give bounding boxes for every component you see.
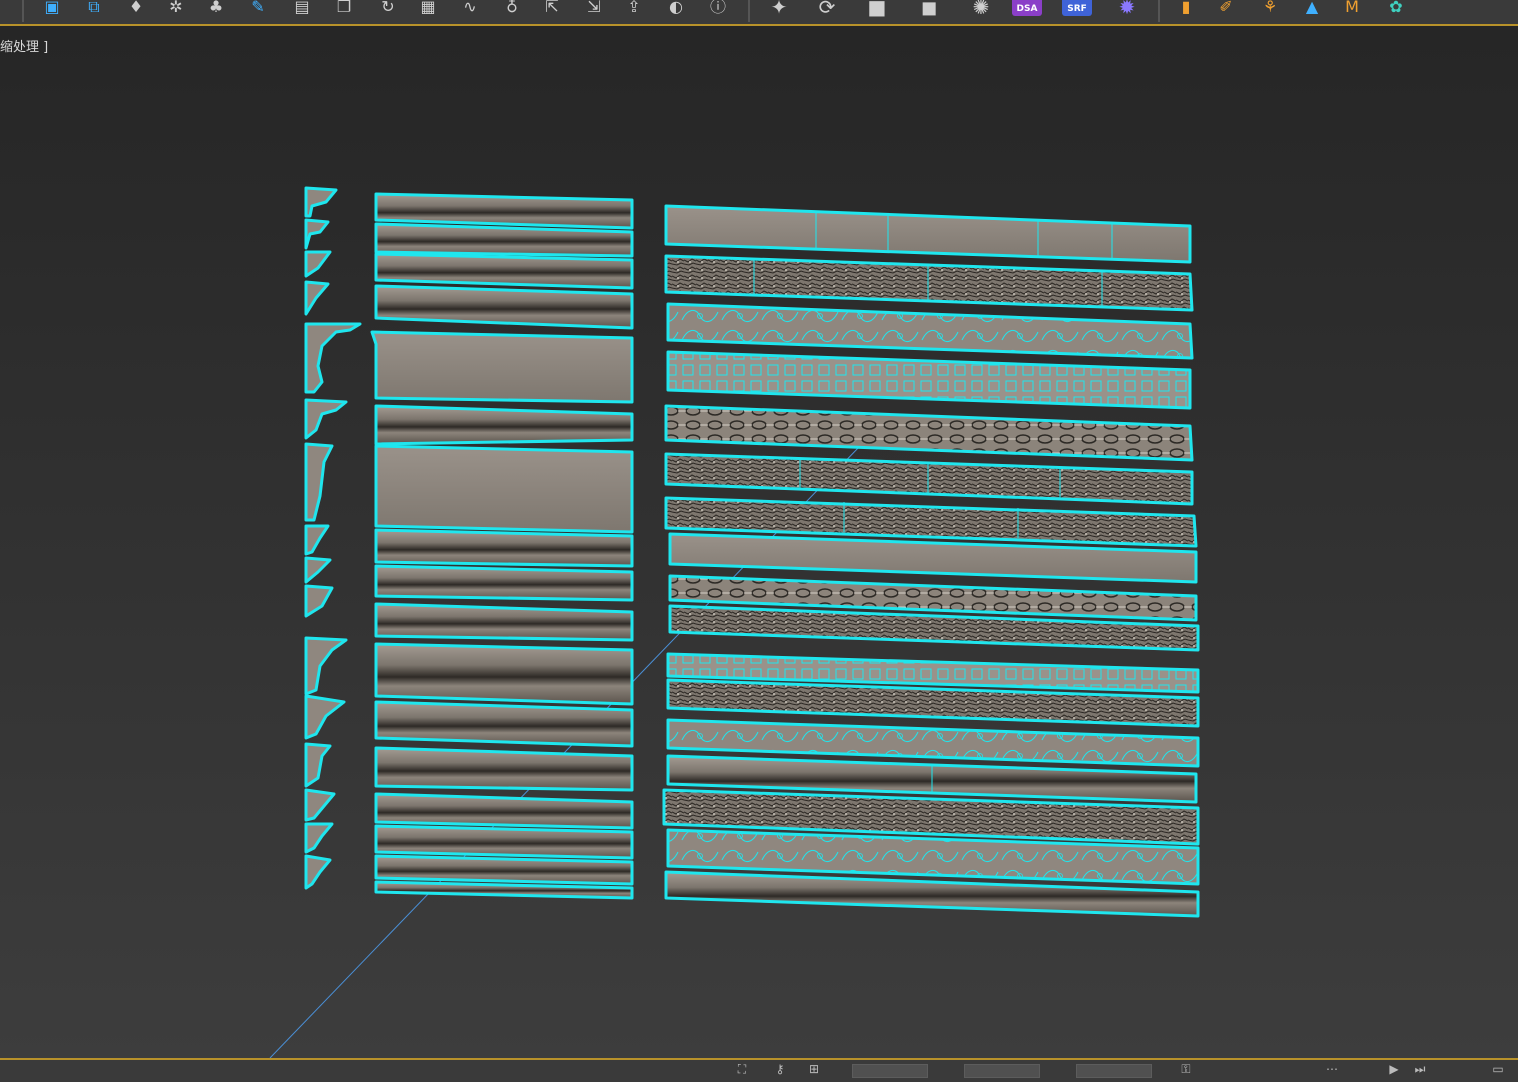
chart-icon[interactable]: ▮: [1174, 0, 1198, 18]
perspective-viewport[interactable]: 缩处理 ]: [0, 26, 1518, 1058]
grid-icon[interactable]: ⊞: [804, 1060, 824, 1078]
document-icon[interactable]: ▤: [290, 0, 314, 18]
plain-molding-column: [370, 192, 634, 900]
export-icon[interactable]: ⇱: [540, 0, 564, 18]
graph-icon[interactable]: ⚘: [1258, 0, 1282, 18]
y-coordinate-field[interactable]: [964, 1064, 1040, 1078]
share-icon[interactable]: ⇪: [622, 0, 646, 18]
sun-icon[interactable]: ◼: [914, 0, 944, 18]
copy-icon[interactable]: ❐: [332, 0, 356, 18]
help-icon[interactable]: ⓘ: [706, 0, 730, 18]
main-toolbar: ▣ ⧉ ♦ ✲ ♣ ✎ ▤ ❐ ↻ ▦ ∿ ♁ ⇱ ⇲ ⇪ ◐ ⓘ ✦ ⟳ ■ …: [0, 0, 1518, 26]
edit-icon[interactable]: ✎: [246, 0, 270, 18]
tree-icon[interactable]: ♣: [204, 0, 228, 18]
x-coordinate-field[interactable]: [852, 1064, 928, 1078]
toolbar-separator: [22, 0, 24, 22]
bulb-icon[interactable]: ♁: [500, 0, 524, 18]
key-icon[interactable]: ⚿: [1176, 1060, 1196, 1078]
light-icon[interactable]: ♦: [124, 0, 148, 18]
palette-icon[interactable]: ✐: [1214, 0, 1238, 18]
toolbar-separator: [748, 0, 750, 22]
status-bar: ⛶ ⚷ ⊞ ⚿ ⋯ ▶ ⏭ ▭: [0, 1058, 1518, 1082]
save-icon[interactable]: ▣: [40, 0, 64, 18]
rotate-icon[interactable]: ↻: [376, 0, 400, 18]
cog-icon[interactable]: ✿: [1384, 0, 1408, 18]
plugin-icon[interactable]: ✹: [1112, 0, 1142, 18]
fullscreen-icon[interactable]: ⛶: [732, 1060, 752, 1078]
render-teapot-icon[interactable]: ✦: [764, 0, 794, 18]
camera-icon[interactable]: ■: [862, 0, 892, 18]
curve-icon[interactable]: ∿: [458, 0, 482, 18]
settings-icon[interactable]: ✺: [966, 0, 996, 18]
material-icon[interactable]: M: [1340, 0, 1364, 18]
scene-canvas[interactable]: [0, 26, 1518, 1058]
profile-column: [304, 186, 362, 890]
z-coordinate-field[interactable]: [1076, 1064, 1152, 1078]
sphere-icon[interactable]: ◐: [664, 0, 688, 18]
lock-icon[interactable]: ⚷: [770, 1060, 790, 1078]
srf-plugin-button[interactable]: SRF: [1062, 0, 1092, 16]
time-config-icon[interactable]: ▭: [1488, 1060, 1508, 1078]
user-icon[interactable]: ▲: [1300, 0, 1324, 18]
key-mode-icon[interactable]: ⋯: [1322, 1060, 1342, 1078]
dsa-plugin-button[interactable]: DSA: [1012, 0, 1042, 16]
link-icon[interactable]: ⧉: [82, 0, 106, 18]
toolbar-separator: [1158, 0, 1160, 22]
import-icon[interactable]: ⇲: [582, 0, 606, 18]
ornamental-molding-column: [662, 204, 1200, 918]
refresh-icon[interactable]: ⟳: [812, 0, 842, 18]
next-frame-icon[interactable]: ⏭: [1410, 1060, 1430, 1078]
layers-icon[interactable]: ▦: [416, 0, 440, 18]
play-icon[interactable]: ▶: [1384, 1060, 1404, 1078]
gear-icon[interactable]: ✲: [164, 0, 188, 18]
